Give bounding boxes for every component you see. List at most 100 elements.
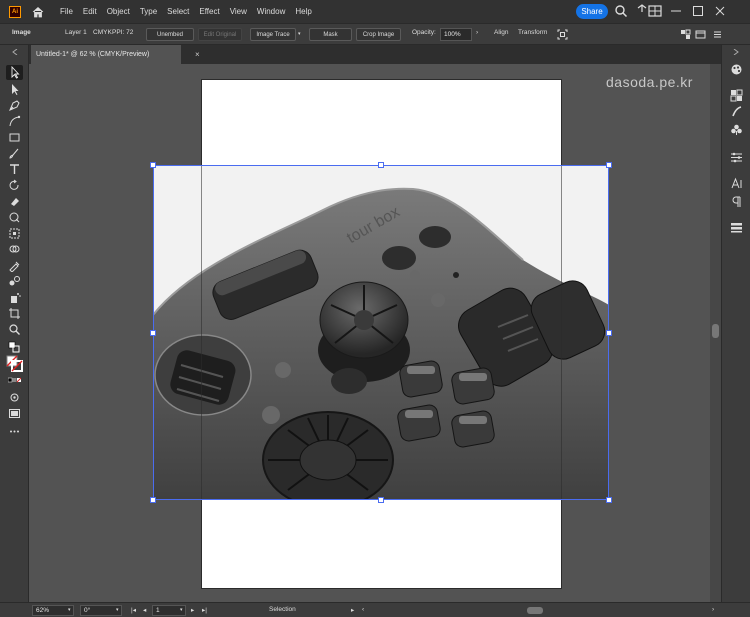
previous-artboard-icon[interactable]: ◂	[143, 606, 146, 614]
rotate-tool-icon[interactable]	[8, 179, 21, 192]
restore-icon[interactable]	[690, 3, 706, 19]
align-button[interactable]: Align	[494, 29, 508, 36]
resize-handle-bottom-left[interactable]	[150, 497, 156, 503]
opacity-input[interactable]: 100%	[440, 28, 472, 41]
image-trace-dropdown-icon[interactable]: ▾	[298, 31, 301, 37]
align-panel-icon[interactable]	[730, 221, 743, 234]
status-bar: 62% ▾ 0° ▾ |◂ ◂ 1 ▾ ▸ ▸| Selection ▸ ‹ ›	[0, 602, 750, 617]
opacity-arrow-icon[interactable]: ›	[476, 29, 478, 36]
direct-selection-tool-icon[interactable]	[8, 83, 21, 96]
menu-view[interactable]: View	[225, 7, 252, 16]
first-artboard-icon[interactable]: |◂	[131, 606, 136, 614]
next-artboard-icon[interactable]: ▸	[191, 606, 194, 614]
home-icon[interactable]	[31, 5, 45, 19]
menu-object[interactable]: Object	[102, 7, 135, 16]
artboard-dropdown-icon[interactable]: ▾	[180, 607, 183, 613]
document-tab-bar: Untitled-1* @ 62 % (CMYK/Preview) ×	[29, 45, 721, 64]
swatches-panel-icon[interactable]	[730, 89, 743, 102]
eyedropper-tool-icon[interactable]	[8, 259, 21, 272]
watermark-text: dasoda.pe.kr	[606, 74, 693, 90]
crop-image-button[interactable]: Crop Image	[356, 28, 401, 41]
menu-file[interactable]: File	[55, 7, 78, 16]
scroll-left-icon[interactable]: ‹	[362, 606, 364, 613]
context-label: Image	[12, 29, 31, 36]
resize-handle-top-right[interactable]	[606, 162, 612, 168]
tools-panel	[0, 45, 29, 602]
fill-stroke-icon[interactable]	[6, 355, 23, 372]
warp-tool-icon[interactable]	[8, 211, 21, 224]
selection-bounding-box[interactable]	[153, 165, 609, 500]
eraser-tool-icon[interactable]	[8, 195, 21, 208]
properties-panel-icon[interactable]	[730, 151, 743, 164]
close-tab-icon[interactable]: ×	[195, 50, 200, 59]
menu-effect[interactable]: Effect	[194, 7, 224, 16]
free-transform-tool-icon[interactable]	[8, 227, 21, 240]
menu-help[interactable]: Help	[290, 7, 316, 16]
more-options-icon[interactable]	[712, 29, 723, 40]
brushes-panel-icon[interactable]	[730, 105, 743, 118]
edit-original-button[interactable]: Edit Original	[198, 28, 242, 41]
vertical-scroll-thumb[interactable]	[712, 324, 719, 338]
menu-bar: Ai File Edit Object Type Select Effect V…	[0, 0, 750, 23]
horizontal-scroll-thumb[interactable]	[527, 607, 543, 614]
workspace-icon[interactable]	[647, 3, 663, 19]
screen-mode-icon[interactable]	[8, 407, 21, 420]
curvature-tool-icon[interactable]	[8, 115, 21, 128]
color-mode-icons[interactable]	[8, 375, 21, 388]
paragraph-panel-icon[interactable]	[730, 195, 743, 208]
symbol-sprayer-tool-icon[interactable]	[8, 291, 21, 304]
vertical-scrollbar[interactable]	[710, 64, 721, 602]
crop-target-icon[interactable]	[557, 29, 568, 40]
resize-handle-bottom-right[interactable]	[606, 497, 612, 503]
zoom-dropdown-icon[interactable]: ▾	[68, 607, 71, 613]
character-panel-icon[interactable]	[730, 177, 743, 190]
default-colors-icon[interactable]	[8, 341, 21, 354]
selection-tool-icon[interactable]	[6, 65, 23, 80]
mask-button[interactable]: Mask	[309, 28, 352, 41]
pen-tool-icon[interactable]	[8, 99, 21, 112]
transform-button[interactable]: Transform	[518, 29, 547, 36]
panel-menu-icon[interactable]	[695, 29, 706, 40]
menu-list: File Edit Object Type Select Effect View…	[55, 7, 317, 16]
image-trace-button[interactable]: Image Trace	[250, 28, 296, 41]
resize-handle-top[interactable]	[378, 162, 384, 168]
arrange-icon[interactable]	[680, 29, 691, 40]
resize-handle-bottom[interactable]	[378, 497, 384, 503]
rotation-dropdown-icon[interactable]: ▾	[116, 607, 119, 613]
status-menu-icon[interactable]: ▸	[351, 606, 354, 614]
paintbrush-tool-icon[interactable]	[8, 147, 21, 160]
blend-tool-icon[interactable]	[8, 275, 21, 288]
canvas-area[interactable]: tour box	[29, 64, 710, 602]
unembed-button[interactable]: Unembed	[146, 28, 194, 41]
symbols-panel-icon[interactable]	[730, 123, 743, 136]
illustrator-logo: Ai	[9, 5, 21, 18]
resize-handle-right[interactable]	[606, 330, 612, 336]
control-bar: Image Layer 1 CMYK PPI: 72 Unembed Edit …	[0, 23, 750, 45]
dock-expand-icon[interactable]	[732, 49, 740, 55]
draw-mode-icon[interactable]	[8, 391, 21, 404]
zoom-tool-icon[interactable]	[8, 323, 21, 336]
menu-edit[interactable]: Edit	[78, 7, 102, 16]
shape-builder-tool-icon[interactable]	[8, 243, 21, 256]
close-window-icon[interactable]	[712, 3, 728, 19]
menu-window[interactable]: Window	[252, 7, 290, 16]
menu-select[interactable]: Select	[162, 7, 194, 16]
right-panel-dock	[721, 45, 750, 602]
share-button[interactable]: Share	[576, 4, 608, 19]
menu-type[interactable]: Type	[135, 7, 162, 16]
scroll-right-icon[interactable]: ›	[712, 606, 714, 613]
search-icon[interactable]	[613, 3, 629, 19]
document-tab[interactable]: Untitled-1* @ 62 % (CMYK/Preview)	[31, 45, 181, 64]
rectangle-tool-icon[interactable]	[8, 131, 21, 144]
ppi-value: PPI: 72	[112, 29, 134, 36]
toolbar-collapse-icon[interactable]	[11, 49, 19, 55]
type-tool-icon[interactable]	[8, 163, 21, 176]
color-panel-icon[interactable]	[730, 63, 743, 76]
resize-handle-top-left[interactable]	[150, 162, 156, 168]
minimize-icon[interactable]	[668, 3, 684, 19]
edit-toolbar-icon[interactable]	[8, 425, 21, 438]
artboard-tool-icon[interactable]	[8, 307, 21, 320]
last-artboard-icon[interactable]: ▸|	[202, 606, 207, 614]
resize-handle-left[interactable]	[150, 330, 156, 336]
opacity-label: Opacity:	[412, 29, 436, 36]
